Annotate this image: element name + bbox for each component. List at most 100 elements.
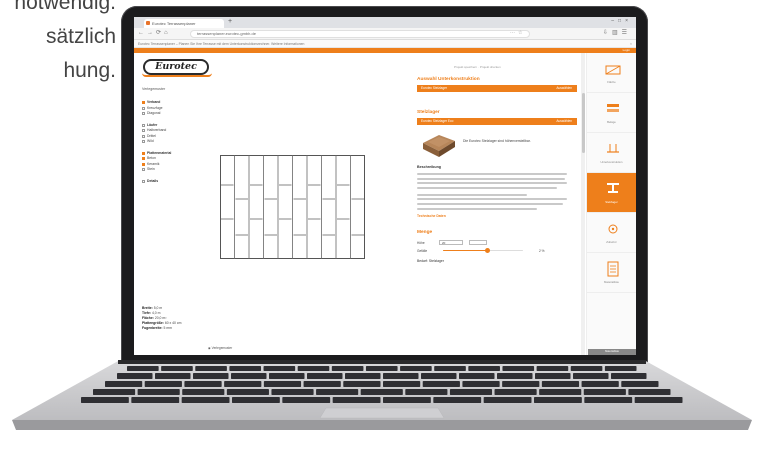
nav-step-materialliste[interactable]: Materialliste xyxy=(587,253,636,293)
nav-step-fläche[interactable]: Fläche xyxy=(587,53,636,93)
technical-data-link[interactable]: Technische Daten xyxy=(417,214,577,218)
accessories-icon xyxy=(608,224,618,234)
bookmark-icon[interactable]: ⋯☆ xyxy=(510,30,525,36)
project-specs: Breite: 5,0 m Tiefe: 4,0 m Fläche: 20,0 … xyxy=(142,306,262,331)
checkbox-icon[interactable] xyxy=(142,140,145,144)
product-text: Die Eurotec Stelzlager sind höhenverstel… xyxy=(463,139,531,143)
laptop-screen: Eurotec Terrassenplaner + –□× ←→⟳⌂ terra… xyxy=(134,17,636,355)
eurotec-logo[interactable]: Eurotec xyxy=(143,59,209,75)
checkbox-icon[interactable] xyxy=(142,129,145,133)
browser-tab[interactable]: Eurotec Terrassenplaner xyxy=(144,19,224,28)
option-label: Verband xyxy=(147,100,161,104)
terrace-drawing[interactable] xyxy=(220,155,365,259)
height-row: Höhe 20 xyxy=(417,239,577,247)
height-input[interactable]: 20 xyxy=(439,240,463,246)
nav-step-label: Beläge xyxy=(607,120,616,124)
checkbox-icon[interactable] xyxy=(142,179,145,183)
nav-step-stelzlager[interactable]: Stelzlager xyxy=(587,173,636,213)
description-text xyxy=(417,173,577,210)
option-label: Stein xyxy=(147,167,155,171)
area-icon xyxy=(605,65,621,75)
new-tab-icon[interactable]: + xyxy=(228,18,232,25)
navigation-icons[interactable]: ←→⟳⌂ xyxy=(138,29,171,36)
nav-step-beläge[interactable]: Beläge xyxy=(587,93,636,133)
url-text: terrassenplaner.eurotec-gmbh.de xyxy=(197,31,256,36)
calculator-title: Menge xyxy=(417,229,433,235)
spec-row: Fugenbreite: 5 mm xyxy=(142,326,172,330)
option-label: Drittel xyxy=(147,133,156,138)
url-bar[interactable]: terrassenplaner.eurotec-gmbh.de xyxy=(190,30,530,38)
options-heading: Verlegemuster xyxy=(142,87,166,91)
checkbox-icon[interactable] xyxy=(142,106,145,110)
option-checkbox[interactable]: Wild xyxy=(142,139,212,145)
section-title: Auswahl Unterkonstruktion xyxy=(417,77,480,82)
checkbox-icon[interactable] xyxy=(142,123,145,127)
planner-app: Eurotec Projekt speichern · Projekt druc… xyxy=(134,53,636,355)
substructure-icon xyxy=(607,144,619,153)
options-panel: Verlegemuster Verband Kreuzfuge Diagonal Lä… xyxy=(142,87,212,190)
browser-toolbar: ←→⟳⌂ terrassenplaner.eurotec-gmbh.de ⋯☆ … xyxy=(134,28,636,40)
list-icon xyxy=(607,261,619,277)
nav-step-zubehör[interactable]: Zubehör xyxy=(587,213,636,253)
project-actions[interactable]: Projekt speichern · Projekt drucken xyxy=(454,65,501,69)
pedestal-icon xyxy=(607,183,619,193)
pedestal-select[interactable]: Eurotec Stelzlager Eco Auswählen xyxy=(417,118,577,125)
background-caption: notwendig. sätzlich hung. xyxy=(0,0,116,88)
checkbox-icon[interactable] xyxy=(142,151,145,155)
caption-line: sätzlich xyxy=(45,25,116,48)
checkbox-icon[interactable] xyxy=(142,112,145,116)
option-label: Beton xyxy=(147,156,156,160)
scrollbar-thumb[interactable] xyxy=(581,93,585,153)
option-label: Halbverband xyxy=(147,128,167,132)
material-list-button[interactable]: Materialliste xyxy=(588,349,636,355)
browser-tab-bar: Eurotec Terrassenplaner + –□× xyxy=(134,17,636,28)
laptop-keyboard-base xyxy=(8,360,756,432)
favicon-icon xyxy=(146,21,150,25)
browser-menu-icons[interactable]: ⇩▥☰ xyxy=(603,29,631,36)
tile-pattern xyxy=(220,155,365,259)
nav-step-unterkonstruktion[interactable]: Unterkonstruktion xyxy=(587,133,636,173)
checkbox-icon[interactable] xyxy=(142,157,145,161)
option-label: Wild xyxy=(147,139,154,143)
unit-select[interactable] xyxy=(469,240,487,246)
scrollbar[interactable] xyxy=(581,53,585,355)
nav-step-label: Unterkonstruktion xyxy=(600,160,623,164)
pattern-link[interactable]: ◉ Verlegemuster xyxy=(208,346,232,350)
slope-row: Gefälle 2 % xyxy=(417,248,545,254)
nav-step-label: Zubehör xyxy=(606,240,617,244)
checkbox-icon[interactable] xyxy=(142,134,145,138)
option-label: Diagonal xyxy=(147,111,161,115)
nav-step-label: Materialliste xyxy=(604,280,619,284)
option-checkbox[interactable]: Stein xyxy=(142,167,212,173)
nav-step-label: Fläche xyxy=(607,80,616,84)
keyboard-illustration xyxy=(12,360,752,430)
option-checkbox[interactable]: Details xyxy=(142,179,212,185)
step-navigation: Fläche Beläge Unterkonstruktion Stelzlager Z… xyxy=(586,53,636,355)
slope-slider[interactable] xyxy=(443,248,523,254)
product-card: Die Eurotec Stelzlager sind höhenverstel… xyxy=(417,129,577,159)
notification-text: Eurotec Terrassenplaner – Planen Sie Ihr… xyxy=(138,42,305,46)
window-controls-icon[interactable]: –□× xyxy=(611,18,632,24)
slider-handle[interactable] xyxy=(484,248,490,254)
select-button[interactable]: Auswählen xyxy=(556,118,572,125)
result-text: Bedarf: Stelzlager xyxy=(417,258,444,263)
notification-bar: Eurotec Terrassenplaner – Planen Sie Ihr… xyxy=(134,40,636,48)
checkbox-icon[interactable] xyxy=(142,162,145,166)
section-title: Stelzlager xyxy=(417,110,440,115)
close-icon[interactable]: × xyxy=(630,40,632,48)
option-label: Läufer xyxy=(147,122,158,127)
tab-title: Eurotec Terrassenplaner xyxy=(152,21,196,26)
description-title: Beschreibung xyxy=(417,165,441,169)
option-checkbox[interactable]: Diagonal xyxy=(142,111,212,117)
configuration-panel: Auswahl Unterkonstruktion Eurotec Stelzl… xyxy=(417,77,577,263)
caption-line: hung. xyxy=(63,59,116,82)
nav-step-label: Stelzlager xyxy=(605,200,618,204)
option-group: Details xyxy=(142,179,212,185)
select-button[interactable]: Auswählen xyxy=(556,85,572,92)
substructure-select[interactable]: Eurotec Stelzlager Auswählen xyxy=(417,85,577,92)
checkbox-icon[interactable] xyxy=(142,101,145,105)
slope-value: 2 % xyxy=(539,248,545,253)
checkbox-icon[interactable] xyxy=(142,168,145,172)
option-group: Läufer Halbverband Drittel Wild xyxy=(142,123,212,145)
option-group: Verband Kreuzfuge Diagonal xyxy=(142,100,212,117)
